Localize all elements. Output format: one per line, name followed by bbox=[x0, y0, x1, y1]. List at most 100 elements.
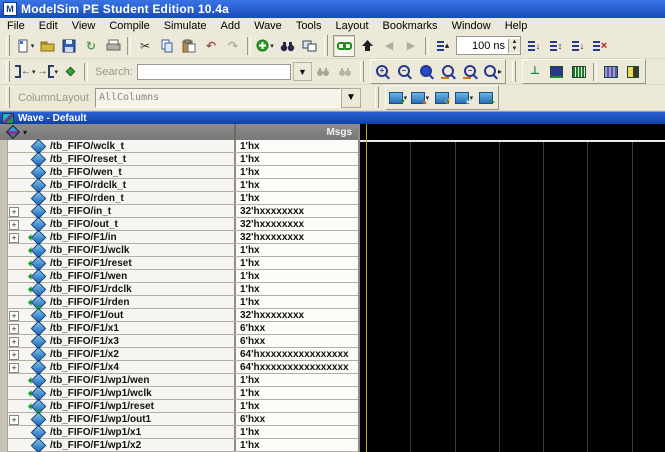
find-button[interactable] bbox=[277, 36, 297, 56]
forward-button[interactable]: ▶ bbox=[401, 36, 421, 56]
expanded-time-deltas-button[interactable]: ▾ ▾ bbox=[388, 88, 408, 108]
toolbar-gripper[interactable] bbox=[374, 87, 379, 108]
signal-row[interactable]: /tb_FIFO/rden_t 1'hx bbox=[0, 190, 358, 207]
header-dropdown-caret-icon[interactable]: ▾ bbox=[23, 128, 27, 137]
menu-item-edit[interactable]: Edit bbox=[32, 20, 65, 32]
menu-item-wave[interactable]: Wave bbox=[247, 20, 289, 32]
toolbar-gripper[interactable] bbox=[6, 61, 10, 82]
signal-row[interactable]: + /tb_FIFO/F1/x1 6'hxx bbox=[0, 320, 358, 337]
wave-dense-button[interactable] bbox=[569, 62, 589, 82]
expand-toggle[interactable]: + bbox=[9, 233, 19, 243]
run-length-decrement-button[interactable]: ▼ bbox=[509, 45, 520, 53]
expand-time-button[interactable]: ▸ ▾ bbox=[454, 88, 474, 108]
menu-item-window[interactable]: Window bbox=[445, 20, 498, 32]
menu-item-tools[interactable]: Tools bbox=[289, 20, 329, 32]
signal-row[interactable]: /tb_FIFO/F1/wclk 1'hx bbox=[0, 242, 358, 259]
run-length-input[interactable] bbox=[457, 38, 508, 53]
search-dropdown-button[interactable]: ▼ bbox=[292, 62, 312, 81]
signal-row[interactable]: /tb_FIFO/wclk_t 1'hx bbox=[0, 138, 358, 155]
add-selected-caret-icon[interactable]: ▾ bbox=[270, 42, 274, 50]
menu-item-file[interactable]: File bbox=[0, 20, 32, 32]
signal-row[interactable]: /tb_FIFO/F1/reset 1'hx bbox=[0, 255, 358, 272]
new-document-button[interactable]: ▾ bbox=[15, 36, 35, 56]
search-down-button[interactable] bbox=[313, 62, 333, 82]
signal-name-column-header[interactable]: ▾ bbox=[0, 124, 236, 140]
run-length-spinbox[interactable]: ▲ ▼ bbox=[456, 36, 521, 55]
wave-panel-titlebar[interactable]: Wave - Default bbox=[0, 111, 665, 124]
signal-row[interactable]: + /tb_FIFO/F1/in 32'hxxxxxxxx bbox=[0, 229, 358, 246]
toolbar-gripper[interactable] bbox=[511, 61, 516, 82]
expand-toggle[interactable]: + bbox=[9, 337, 19, 347]
run-button[interactable]: ↓ bbox=[524, 36, 544, 56]
zoom-in-button[interactable]: + bbox=[373, 62, 393, 82]
expand-toggle[interactable]: + bbox=[9, 324, 19, 334]
wave-block-button[interactable] bbox=[547, 62, 567, 82]
waveform-canvas[interactable] bbox=[360, 124, 665, 452]
toolbar-gripper[interactable] bbox=[6, 35, 10, 56]
signal-row[interactable]: /tb_FIFO/reset_t 1'hx bbox=[0, 151, 358, 168]
continue-run-button[interactable]: ↓ bbox=[568, 36, 588, 56]
run-all-button[interactable]: ↕ bbox=[546, 36, 566, 56]
zoom-full-button[interactable] bbox=[417, 62, 437, 82]
menu-item-bookmarks[interactable]: Bookmarks bbox=[376, 20, 445, 32]
signal-row[interactable]: /tb_FIFO/F1/wp1/reset 1'hx bbox=[0, 398, 358, 415]
paste-button[interactable] bbox=[179, 36, 199, 56]
wave-edge-button[interactable]: ⊥ bbox=[525, 62, 545, 82]
cut-button[interactable]: ✂ bbox=[135, 36, 155, 56]
expand-toggle[interactable]: + bbox=[9, 415, 19, 425]
signal-row[interactable]: + /tb_FIFO/F1/out 32'hxxxxxxxx bbox=[0, 307, 358, 324]
add-selected-button[interactable]: ▾ bbox=[255, 36, 275, 56]
zoom-out-button[interactable]: − bbox=[395, 62, 415, 82]
signal-row[interactable]: /tb_FIFO/F1/wp1/x1 1'hx bbox=[0, 424, 358, 441]
menu-item-view[interactable]: View bbox=[65, 20, 103, 32]
signal-row[interactable]: + /tb_FIFO/out_t 32'hxxxxxxxx bbox=[0, 216, 358, 233]
zoom-cursor-button[interactable] bbox=[439, 62, 459, 82]
save-button[interactable] bbox=[59, 36, 79, 56]
break-button[interactable]: × bbox=[590, 36, 610, 56]
menu-item-help[interactable]: Help bbox=[498, 20, 535, 32]
menu-item-simulate[interactable]: Simulate bbox=[157, 20, 214, 32]
expand-toggle[interactable]: + bbox=[9, 350, 19, 360]
insert-before-caret-icon[interactable]: ▾ bbox=[32, 68, 36, 76]
column-layout-combobox[interactable]: AllColumns ▼ bbox=[94, 87, 361, 108]
print-button[interactable] bbox=[103, 36, 123, 56]
menu-item-add[interactable]: Add bbox=[214, 20, 248, 32]
signal-row[interactable]: + /tb_FIFO/F1/x3 6'hxx bbox=[0, 333, 358, 350]
restart-button[interactable]: ▴ bbox=[433, 36, 453, 56]
redo-button[interactable]: ↷ bbox=[223, 36, 243, 56]
up-level-button[interactable] bbox=[357, 36, 377, 56]
signal-row[interactable]: /tb_FIFO/F1/wp1/wclk 1'hx bbox=[0, 385, 358, 402]
signal-row[interactable]: /tb_FIFO/rdclk_t 1'hx bbox=[0, 177, 358, 194]
column-layout-value[interactable]: AllColumns bbox=[94, 87, 341, 108]
toolbar-gripper[interactable] bbox=[359, 61, 364, 82]
search-input[interactable] bbox=[136, 63, 291, 80]
signal-row[interactable]: /tb_FIFO/F1/rden 1'hx bbox=[0, 294, 358, 311]
zoom-range-button[interactable]: − bbox=[461, 62, 481, 82]
copy-button[interactable] bbox=[157, 36, 177, 56]
expand-toggle[interactable]: + bbox=[9, 363, 19, 373]
search-up-button[interactable] bbox=[335, 62, 355, 82]
expanded-time-toggle-button[interactable]: ↺ bbox=[432, 88, 452, 108]
insert-before-button[interactable]: ← ▾ bbox=[15, 62, 36, 82]
reload-button[interactable]: ↻ bbox=[81, 36, 101, 56]
show-drivers-button[interactable] bbox=[60, 62, 80, 82]
insert-after-button[interactable]: → ▾ bbox=[38, 62, 58, 82]
link-environment-button[interactable] bbox=[333, 34, 355, 57]
menu-item-layout[interactable]: Layout bbox=[329, 20, 376, 32]
time-cursor[interactable] bbox=[366, 124, 367, 452]
signal-row[interactable]: /tb_FIFO/F1/wp1/wen 1'hx bbox=[0, 372, 358, 389]
signal-row[interactable]: /tb_FIFO/F1/wen 1'hx bbox=[0, 268, 358, 285]
column-layout-dropdown-button[interactable]: ▼ bbox=[340, 87, 361, 108]
expand-toggle[interactable]: + bbox=[9, 207, 19, 217]
signal-row[interactable]: /tb_FIFO/wen_t 1'hx bbox=[0, 164, 358, 181]
toolbar-gripper[interactable] bbox=[324, 35, 328, 56]
zoom-mode-button[interactable]: ▸ bbox=[483, 62, 503, 82]
expand-toggle[interactable]: + bbox=[9, 311, 19, 321]
signal-row[interactable]: /tb_FIFO/F1/wp1/x2 1'hx bbox=[0, 437, 358, 452]
open-folder-button[interactable] bbox=[37, 36, 57, 56]
signal-row[interactable]: + /tb_FIFO/F1/wp1/out1 6'hxx bbox=[0, 411, 358, 428]
show-windows-button[interactable] bbox=[299, 36, 319, 56]
new-document-caret-icon[interactable]: ▾ bbox=[31, 42, 35, 50]
signal-row[interactable]: + /tb_FIFO/in_t 32'hxxxxxxxx bbox=[0, 203, 358, 220]
expanded-time-events-button[interactable]: ▴ ▾ bbox=[410, 88, 430, 108]
